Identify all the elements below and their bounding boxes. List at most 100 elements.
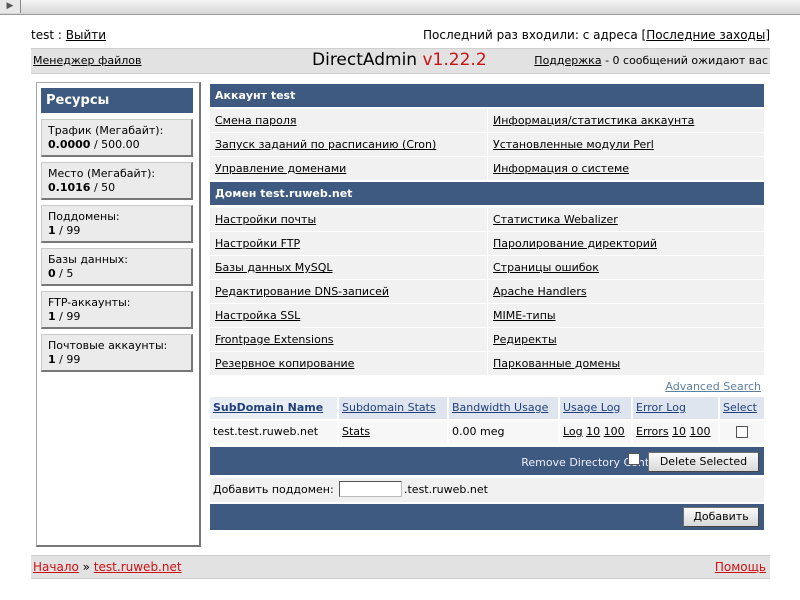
messages-count: - 0 сообщений ожидают вас (605, 54, 768, 67)
resource-label: Место (Мегабайт): (48, 167, 156, 180)
add-subdomain-button[interactable]: Добавить (683, 507, 759, 527)
mime-types-link[interactable]: MIME-типы (488, 304, 764, 327)
col-subdomain-stats[interactable]: Subdomain Stats (339, 397, 448, 419)
mail-settings-link[interactable]: Настройки почты (210, 208, 488, 231)
resource-label: FTP-аккаунты: (48, 296, 131, 309)
file-manager-link[interactable]: Менеджер файлов (33, 54, 142, 67)
resource-limit: 50 (101, 181, 116, 194)
mysql-link[interactable]: Базы данных MySQL (210, 256, 488, 279)
perl-modules-link[interactable]: Установленные модули Perl (488, 133, 764, 156)
browser-top-strip: ▶ (0, 0, 800, 15)
system-info-link[interactable]: Информация о системе (488, 157, 764, 180)
brand-version: v1.22.2 (422, 50, 487, 70)
help-link[interactable]: Помощь (715, 556, 766, 578)
domain-row: Настройка SSL MIME-типы (210, 304, 764, 328)
subdomain-stats-link[interactable]: Stats (342, 425, 370, 438)
subdomain-name: test.test.ruweb.net (210, 421, 338, 443)
account-row: Смена пароля Информация/статистика аккау… (210, 109, 764, 133)
resources-title: Ресурсы (41, 88, 193, 113)
remove-directory-checkbox[interactable] (628, 453, 640, 465)
domain-row: Настройки почты Статистика Webalizer (210, 208, 764, 232)
subdomain-input[interactable] (339, 481, 402, 497)
error-log-10-link[interactable]: 10 (672, 425, 686, 438)
domain-row: Базы данных MySQL Страницы ошибок (210, 256, 764, 280)
col-usage-log[interactable]: Usage Log (560, 397, 632, 419)
domain-row: Настройки FTP Паролирование директорий (210, 232, 764, 256)
select-subdomain-checkbox[interactable] (736, 426, 748, 438)
breadcrumb: Начало » test.ruweb.net Помощь (31, 555, 770, 579)
resource-used: 1 (48, 224, 56, 237)
usage-log-link[interactable]: Log (563, 425, 583, 438)
resource-label: Поддомены: (48, 210, 120, 223)
password-dirs-link[interactable]: Паролирование директорий (488, 232, 764, 255)
resource-used: 0 (48, 267, 56, 280)
resource-used: 0.0000 (48, 138, 91, 151)
logout-link[interactable]: Выйти (66, 28, 106, 42)
error-pages-link[interactable]: Страницы ошибок (488, 256, 764, 279)
domain-row: Frontpage Extensions Редиректы (210, 328, 764, 352)
brand-name: DirectAdmin (312, 50, 418, 70)
backup-link[interactable]: Резервное копирование (210, 352, 488, 375)
redirects-link[interactable]: Редиректы (488, 328, 764, 351)
error-log-100-link[interactable]: 100 (690, 425, 711, 438)
ssl-settings-link[interactable]: Настройка SSL (210, 304, 488, 327)
apache-handlers-link[interactable]: Apache Handlers (488, 280, 764, 303)
resource-limit: 99 (66, 353, 81, 366)
last-login-text: Последний раз входили: с адреса (423, 28, 638, 42)
resource-label: Трафик (Мегабайт): (48, 124, 164, 137)
domain-row: Резервное копирование Паркованные домены (210, 352, 764, 376)
resource-limit: 99 (66, 224, 81, 237)
advanced-search-link[interactable]: Advanced Search (665, 380, 761, 393)
col-subdomain-name[interactable]: SubDomain Name (210, 397, 338, 419)
account-row: Запуск заданий по расписанию (Cron) Уста… (210, 133, 764, 157)
resource-databases: Базы данных: 0 / 5 (41, 248, 193, 286)
resource-used: 1 (48, 353, 56, 366)
domain-section-title: Домен test.ruweb.net (210, 182, 764, 206)
add-subdomain-label: Добавить поддомен: (213, 483, 334, 496)
breadcrumb-domain-link[interactable]: test.ruweb.net (94, 560, 182, 574)
brand-title: DirectAdmin v1.22.2 (312, 50, 487, 70)
resource-label: Базы данных: (48, 253, 128, 266)
user-line: test : Выйти (31, 28, 106, 42)
usage-log-100-link[interactable]: 100 (604, 425, 625, 438)
webalizer-stats-link[interactable]: Статистика Webalizer (488, 208, 764, 231)
domain-row: Редактирование DNS-записей Apache Handle… (210, 280, 764, 304)
col-bandwidth-usage[interactable]: Bandwidth Usage (449, 397, 559, 419)
breadcrumb-separator: » (82, 560, 91, 574)
col-select[interactable]: Select (720, 397, 764, 419)
account-row: Управление доменами Информация о системе (210, 157, 764, 181)
col-error-log[interactable]: Error Log (633, 397, 719, 419)
account-section-title: Аккаунт test (210, 84, 764, 108)
change-password-link[interactable]: Смена пароля (210, 109, 488, 132)
domain-management-link[interactable]: Управление доменами (210, 157, 488, 180)
last-logins-link[interactable]: Последние заходы (646, 28, 765, 42)
resource-subdomains: Поддомены: 1 / 99 (41, 205, 193, 243)
subdomain-bandwidth: 0.00 meg (449, 421, 559, 443)
breadcrumb-home-link[interactable]: Начало (33, 560, 79, 574)
subdomain-suffix: .test.ruweb.net (404, 483, 488, 496)
usage-log-10-link[interactable]: 10 (586, 425, 600, 438)
usage-log-cell: Log 10 100 (560, 421, 632, 443)
last-login-info: Последний раз входили: с адреса [Последн… (423, 28, 770, 42)
error-log-link[interactable]: Errors (636, 425, 669, 438)
add-bar (210, 504, 764, 530)
support-link[interactable]: Поддержка (534, 54, 601, 67)
parked-domains-link[interactable]: Паркованные домены (488, 352, 764, 375)
collapse-arrow-icon[interactable]: ▶ (0, 0, 21, 13)
frontpage-link[interactable]: Frontpage Extensions (210, 328, 488, 351)
resource-disk: Место (Мегабайт): 0.1016 / 50 (41, 162, 193, 200)
error-log-cell: Errors 10 100 (633, 421, 719, 443)
ftp-settings-link[interactable]: Настройки FTP (210, 232, 488, 255)
resource-label: Почтовые аккаунты: (48, 339, 168, 352)
resource-used: 0.1016 (48, 181, 91, 194)
resource-limit: 99 (66, 310, 81, 323)
dns-edit-link[interactable]: Редактирование DNS-записей (210, 280, 488, 303)
subdomain-stats-cell: Stats (339, 421, 448, 443)
resource-limit: 5 (66, 267, 74, 280)
resource-traffic: Трафик (Мегабайт): 0.0000 / 500.00 (41, 119, 193, 157)
account-stats-link[interactable]: Информация/статистика аккаунта (488, 109, 764, 132)
title-bar: Менеджер файлов DirectAdmin v1.22.2 Подд… (31, 48, 770, 74)
delete-selected-button[interactable]: Delete Selected (648, 452, 759, 472)
cron-jobs-link[interactable]: Запуск заданий по расписанию (Cron) (210, 133, 488, 156)
username: test (31, 28, 55, 42)
